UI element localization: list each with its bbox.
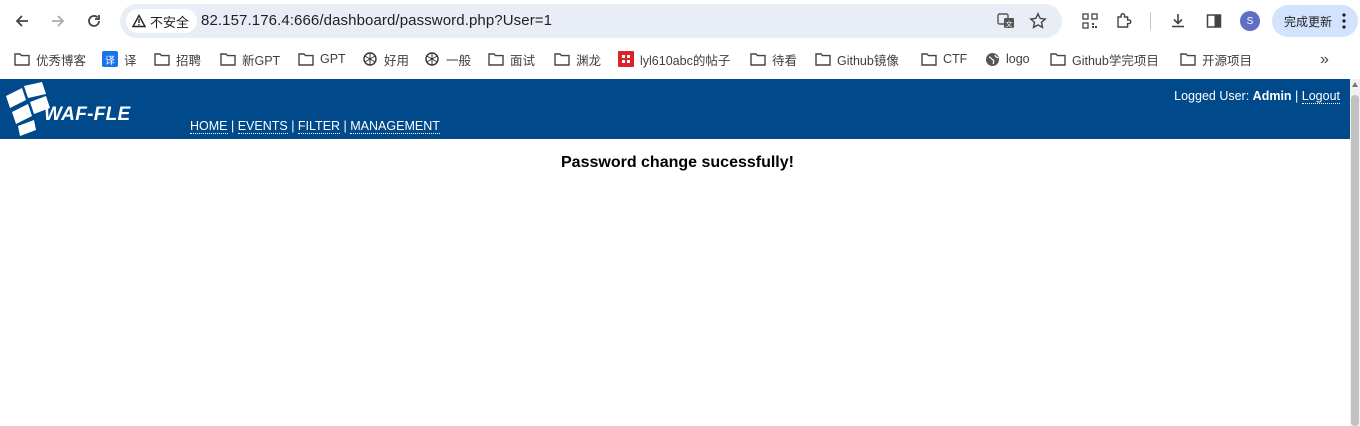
bookmark-label: lyl610abc的帖子 (640, 53, 731, 68)
folder-icon (154, 51, 170, 67)
bookmark-item[interactable]: 新GPT (220, 50, 280, 68)
bookmark-item[interactable]: CTF (921, 50, 967, 68)
arrow-left-icon (15, 15, 28, 27)
scroll-up-icon[interactable] (1352, 82, 1358, 87)
menu-separator: | (287, 119, 298, 133)
bookmark-item[interactable]: Github镜像 (815, 50, 899, 68)
globe-icon (984, 51, 1000, 67)
bookmark-label: Github学完项目 (1072, 53, 1159, 68)
extensions-icon[interactable] (1112, 9, 1136, 33)
waf-fle-logo[interactable]: WAF-FLE (4, 82, 134, 136)
main-menu: HOME | EVENTS | FILTER | MANAGEMENT (190, 119, 440, 134)
bookmark-item[interactable]: lyl610abc的帖子 (618, 50, 730, 68)
logo-text: WAF-FLE (44, 104, 131, 125)
bookmark-label: Github镜像 (837, 53, 899, 68)
bookmark-label: 好用 (384, 53, 410, 68)
folder-icon (298, 51, 314, 67)
bookmark-label: 面试 (510, 53, 536, 68)
bookmark-label: 优秀博客 (36, 53, 87, 68)
scroll-thumb[interactable] (1351, 95, 1359, 426)
forward-button[interactable] (46, 9, 70, 33)
bookmark-label: 渊龙 (576, 53, 602, 68)
update-button[interactable]: 完成更新 (1272, 5, 1358, 37)
reload-button[interactable] (82, 9, 106, 33)
reload-icon (88, 15, 100, 27)
security-chip-label: 不安全 (150, 14, 190, 30)
bookmarks-bar: 优秀博客 译译 招聘 新GPT GPT 好用 一般 面试 渊龙 lyl610ab… (0, 42, 1360, 76)
folder-icon (750, 51, 766, 67)
menu-separator: | (340, 119, 351, 133)
folder-icon (554, 51, 570, 67)
side-panel-icon[interactable] (1202, 9, 1226, 33)
bookmark-item[interactable]: 译译 (102, 50, 137, 68)
bookmark-item[interactable]: 待看 (750, 50, 797, 68)
menu-separator: | (227, 119, 238, 133)
bookmark-item[interactable]: 渊龙 (554, 50, 601, 68)
folder-icon (220, 51, 236, 67)
folder-icon (921, 51, 937, 67)
bookmark-label: 待看 (772, 53, 798, 68)
arrow-right-icon (52, 15, 65, 27)
translate-page-icon[interactable]: 文 (996, 11, 1016, 31)
menu-filter-link[interactable]: FILTER (297, 119, 341, 134)
folder-icon (14, 51, 30, 67)
menu-home-link[interactable]: HOME (190, 119, 228, 134)
folder-icon (1050, 51, 1066, 67)
logout-link[interactable]: Logout (1301, 89, 1340, 104)
red-seal-icon (618, 51, 634, 67)
bookmark-item[interactable]: 一般 (424, 50, 471, 68)
bookmark-item[interactable]: logo (984, 50, 1030, 68)
bookmark-label: 一般 (446, 53, 472, 68)
bookmark-label: GPT (320, 52, 346, 66)
page-scrollbar[interactable] (1350, 79, 1360, 426)
star-icon[interactable] (1028, 11, 1048, 31)
bookmark-label: 译 (124, 53, 137, 68)
bookmark-label: 招聘 (176, 53, 202, 68)
address-bar[interactable]: 不安全 82.157.176.4:666/dashboard/password.… (120, 4, 1062, 38)
menu-management-link[interactable]: MANAGEMENT (350, 119, 440, 134)
download-icon[interactable] (1166, 9, 1190, 33)
qr-code-icon[interactable] (1078, 9, 1102, 33)
more-bookmarks-icon[interactable]: » (1320, 51, 1329, 69)
user-prefix: Logged User: (1174, 89, 1253, 103)
bookmark-label: CTF (943, 52, 968, 66)
toolbar-divider (1150, 12, 1151, 30)
security-chip[interactable]: 不安全 (126, 9, 198, 33)
openai-icon (424, 51, 440, 67)
bookmark-label: logo (1006, 52, 1030, 66)
profile-avatar[interactable]: S (1240, 11, 1260, 31)
back-button[interactable] (10, 9, 34, 33)
browser-toolbar: 不安全 82.157.176.4:666/dashboard/password.… (0, 0, 1360, 42)
user-separator: | (1291, 89, 1302, 103)
folder-icon (488, 51, 504, 67)
user-name: Admin (1252, 89, 1292, 103)
app-header: WAF-FLE HOME | EVENTS | FILTER | MANAGEM… (0, 79, 1350, 139)
bookmark-item[interactable]: 招聘 (154, 50, 201, 68)
more-vert-icon (1342, 13, 1346, 29)
page-content: WAF-FLE HOME | EVENTS | FILTER | MANAGEM… (0, 79, 1350, 426)
bookmark-label: 开源项目 (1202, 53, 1253, 68)
update-button-label: 完成更新 (1284, 14, 1333, 29)
bookmark-item[interactable]: 面试 (488, 50, 535, 68)
bookmark-item[interactable]: 好用 (362, 50, 409, 68)
bookmark-label: 新GPT (242, 53, 281, 68)
bookmark-item[interactable]: 优秀博客 (14, 50, 86, 68)
openai-icon (362, 51, 378, 67)
warning-icon (132, 14, 146, 28)
translate-icon: 译 (102, 51, 118, 67)
bookmark-item[interactable]: Github学完项目 (1050, 50, 1159, 68)
url-text[interactable]: 82.157.176.4:666/dashboard/password.php?… (201, 12, 552, 29)
folder-icon (815, 51, 831, 67)
menu-events-link[interactable]: EVENTS (237, 119, 288, 134)
folder-icon (1180, 51, 1196, 67)
svg-text:文: 文 (1006, 20, 1013, 29)
bookmark-item[interactable]: GPT (298, 50, 346, 68)
user-info: Logged User: Admin | Logout (1174, 89, 1340, 104)
status-message: Password change sucessfully! (561, 154, 794, 171)
bookmark-item[interactable]: 开源项目 (1180, 50, 1252, 68)
